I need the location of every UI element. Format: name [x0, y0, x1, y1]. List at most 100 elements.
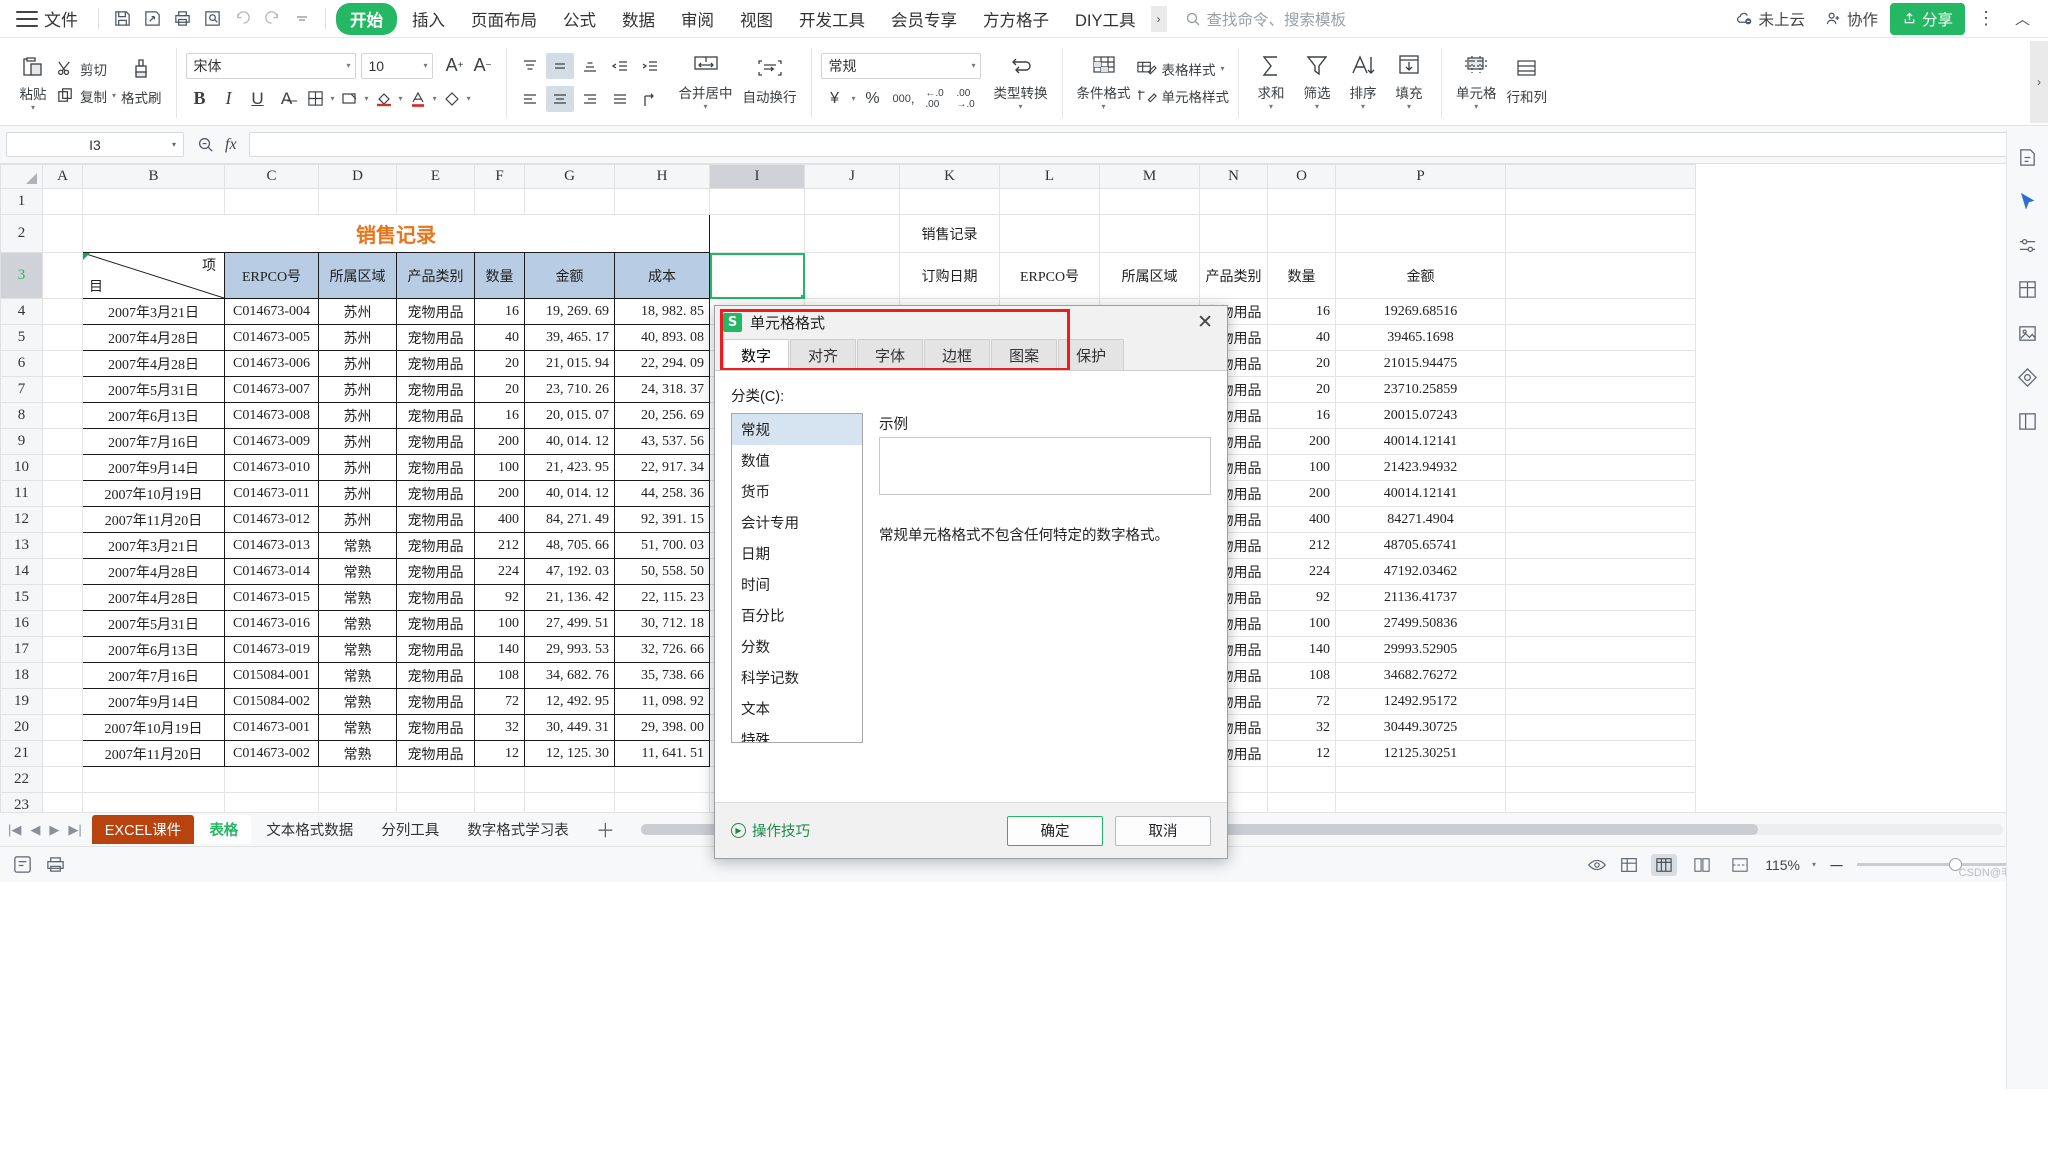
cell-A7[interactable]	[43, 377, 83, 403]
header-cell-diagonal[interactable]: 项 目	[83, 253, 225, 299]
cell-qty-5[interactable]: 40	[475, 325, 525, 351]
row-header-2[interactable]: 2	[1, 215, 43, 253]
cell-Q12[interactable]	[1506, 507, 1696, 533]
row-header-22[interactable]: 22	[1, 767, 43, 793]
header-region-right[interactable]: 所属区域	[1100, 253, 1200, 299]
next-sheet-icon[interactable]: ▶	[49, 822, 59, 838]
cell-cost-16[interactable]: 30, 712. 18	[615, 611, 710, 637]
select-all-corner[interactable]	[1, 165, 43, 189]
sales-record-title-right[interactable]: 销售记录	[900, 215, 1000, 253]
category-item-7[interactable]: 分数	[732, 631, 862, 662]
cell-cost-11[interactable]: 44, 258. 36	[615, 481, 710, 507]
cell-region-4[interactable]: 苏州	[319, 299, 397, 325]
cell-cost-21[interactable]: 11, 641. 51	[615, 741, 710, 767]
cell-region-19[interactable]: 常熟	[319, 689, 397, 715]
clear-format-button[interactable]	[438, 86, 466, 112]
cell-right-amount-20[interactable]: 30449.30725	[1336, 715, 1506, 741]
cell-A16[interactable]	[43, 611, 83, 637]
cell-right-qty-6[interactable]: 20	[1268, 351, 1336, 377]
row-header-12[interactable]: 12	[1, 507, 43, 533]
cell-category-19[interactable]: 宠物用品	[397, 689, 475, 715]
file-menu-button[interactable]: 文件	[44, 6, 78, 31]
cell-amount-8[interactable]: 20, 015. 07	[525, 403, 615, 429]
font-color-button[interactable]	[404, 86, 432, 112]
cell-E23[interactable]	[397, 793, 475, 813]
column-header-O[interactable]: O	[1268, 165, 1336, 189]
cell-Q15[interactable]	[1506, 585, 1696, 611]
cell-Q13[interactable]	[1506, 533, 1696, 559]
cell-P22[interactable]	[1336, 767, 1506, 793]
cell-B1[interactable]	[83, 189, 225, 215]
cell-right-qty-10[interactable]: 100	[1268, 455, 1336, 481]
column-header-L[interactable]: L	[1000, 165, 1100, 189]
cell-right-qty-11[interactable]: 200	[1268, 481, 1336, 507]
cell-Q6[interactable]	[1506, 351, 1696, 377]
cell-A18[interactable]	[43, 663, 83, 689]
cell-qty-6[interactable]: 20	[475, 351, 525, 377]
cell-region-6[interactable]: 苏州	[319, 351, 397, 377]
cell-date-19[interactable]: 2007年9月14日	[83, 689, 225, 715]
accessibility-icon[interactable]	[12, 854, 33, 875]
cell-Q19[interactable]	[1506, 689, 1696, 715]
category-item-0[interactable]: 常规	[732, 414, 862, 445]
cell-cost-6[interactable]: 22, 294. 09	[615, 351, 710, 377]
shrink-font-button[interactable]: A−	[469, 53, 497, 79]
row-header-17[interactable]: 17	[1, 637, 43, 663]
cut-button[interactable]: 剪切	[56, 59, 116, 79]
bold-button[interactable]: B	[186, 86, 214, 112]
cell-category-12[interactable]: 宠物用品	[397, 507, 475, 533]
cell-F1[interactable]	[475, 189, 525, 215]
cell-region-9[interactable]: 苏州	[319, 429, 397, 455]
cell-amount-20[interactable]: 30, 449. 31	[525, 715, 615, 741]
align-center-button[interactable]	[546, 86, 574, 112]
header-qty-left[interactable]: 数量	[475, 253, 525, 299]
cell-H23[interactable]	[615, 793, 710, 813]
cell-category-5[interactable]: 宠物用品	[397, 325, 475, 351]
header-category-right[interactable]: 产品类别	[1200, 253, 1268, 299]
tab-font[interactable]: 字体	[857, 339, 923, 370]
percent-format-button[interactable]: %	[859, 86, 887, 112]
cell-erpco-4[interactable]: C014673-004	[225, 299, 319, 325]
column-header-H[interactable]: H	[615, 165, 710, 189]
sheet-tab-text-format-data[interactable]: 文本格式数据	[253, 815, 366, 844]
cell-right-qty-16[interactable]: 100	[1268, 611, 1336, 637]
zoom-chevron-icon[interactable]: ▾	[1812, 860, 1816, 869]
column-header-N[interactable]: N	[1200, 165, 1268, 189]
count-icon[interactable]	[1619, 855, 1639, 875]
cell-region-16[interactable]: 常熟	[319, 611, 397, 637]
row-header-3[interactable]: 3	[1, 253, 43, 299]
ribbon-tab-review[interactable]: 审阅	[670, 3, 725, 35]
column-header-G[interactable]: G	[525, 165, 615, 189]
cell-right-amount-16[interactable]: 27499.50836	[1336, 611, 1506, 637]
sheet-tab-number-format-study[interactable]: 数字格式学习表	[454, 815, 582, 844]
font-name-select[interactable]: 宋体 ▾	[186, 53, 356, 79]
cell-category-14[interactable]: 宠物用品	[397, 559, 475, 585]
ribbon-tab-fanggezi[interactable]: 方方格子	[972, 3, 1060, 35]
cell-category-18[interactable]: 宠物用品	[397, 663, 475, 689]
ribbon-tab-view[interactable]: 视图	[729, 3, 784, 35]
cell-date-20[interactable]: 2007年10月19日	[83, 715, 225, 741]
cell-A9[interactable]	[43, 429, 83, 455]
category-item-4[interactable]: 日期	[732, 538, 862, 569]
header-cost-left[interactable]: 成本	[615, 253, 710, 299]
ribbon-overflow-icon[interactable]: ›	[2030, 41, 2048, 123]
sheet-tab-split-tool[interactable]: 分列工具	[368, 815, 452, 844]
column-header-A[interactable]: A	[43, 165, 83, 189]
cell-date-10[interactable]: 2007年9月14日	[83, 455, 225, 481]
ribbon-tab-formula[interactable]: 公式	[552, 3, 607, 35]
cell-qty-15[interactable]: 92	[475, 585, 525, 611]
fill-button[interactable]: 填充▾	[1386, 50, 1432, 114]
cell-Q2[interactable]	[1506, 215, 1696, 253]
cell-J1[interactable]	[805, 189, 900, 215]
cell-highlight-button[interactable]	[336, 86, 364, 112]
cell-right-amount-7[interactable]: 23710.25859	[1336, 377, 1506, 403]
cell-qty-11[interactable]: 200	[475, 481, 525, 507]
cell-G22[interactable]	[525, 767, 615, 793]
cell-P2[interactable]	[1336, 215, 1506, 253]
cell-J2[interactable]	[805, 215, 900, 253]
cell-Q8[interactable]	[1506, 403, 1696, 429]
ribbon-tab-data[interactable]: 数据	[611, 3, 666, 35]
cell-G23[interactable]	[525, 793, 615, 813]
cell-right-amount-5[interactable]: 39465.1698	[1336, 325, 1506, 351]
cell-right-qty-13[interactable]: 212	[1268, 533, 1336, 559]
